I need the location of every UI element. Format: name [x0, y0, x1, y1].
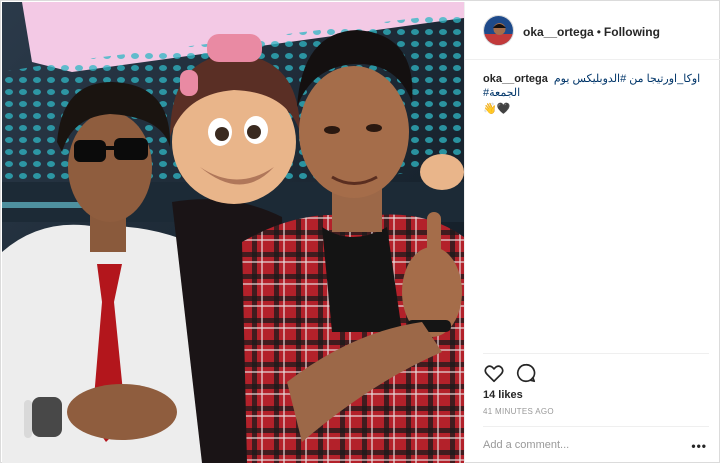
comment-bubble-icon[interactable] [515, 362, 537, 384]
post-container: oka__ortega • Following oka__ortega اوكا_ا… [0, 0, 720, 463]
post-sidebar: oka__ortega • Following oka__ortega اوكا_ا… [464, 2, 720, 463]
more-options-icon[interactable]: ••• [691, 439, 707, 453]
following-button[interactable]: Following [604, 25, 660, 39]
post-actions: 14 likes 41 MINUTES AGO [483, 353, 709, 433]
avatar[interactable] [483, 15, 514, 46]
post-timestamp[interactable]: 41 MINUTES AGO [483, 407, 554, 416]
caption-emoji: 👋🖤 [483, 103, 511, 115]
likes-count[interactable]: 14 likes [483, 389, 523, 401]
header-text: oka__ortega • Following [523, 25, 660, 39]
comment-input[interactable] [483, 437, 673, 453]
comment-bar: ••• [483, 426, 709, 462]
heart-icon[interactable] [483, 362, 505, 384]
post-caption: oka__ortega اوكا_اورتيجا من #الدوبليكس ي… [483, 72, 709, 116]
username-link[interactable]: oka__ortega [523, 25, 594, 39]
post-photo[interactable] [2, 2, 464, 463]
header-separator: • [596, 25, 601, 39]
avatar-image [484, 16, 513, 45]
caption-username[interactable]: oka__ortega [483, 73, 548, 85]
post-header: oka__ortega • Following [465, 2, 720, 60]
photo-illustration [2, 2, 464, 463]
